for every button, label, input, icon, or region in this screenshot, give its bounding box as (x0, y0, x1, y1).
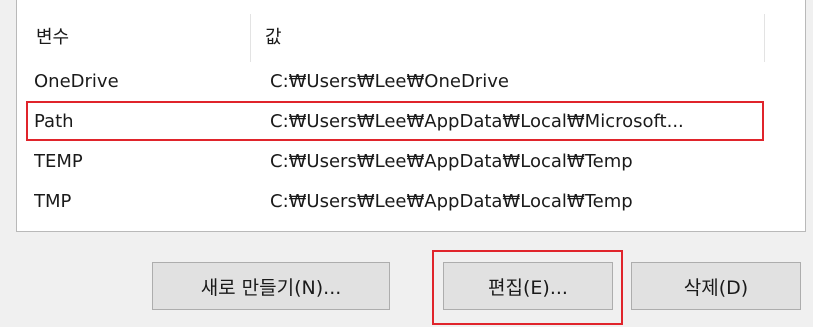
variable-name: TEMP (34, 151, 83, 172)
variable-value: C:₩Users₩Lee₩AppData₩Local₩Microsoft... (270, 111, 684, 132)
list-item-onedrive[interactable]: OneDrive C:₩Users₩Lee₩OneDrive (17, 62, 805, 102)
variable-value: C:₩Users₩Lee₩AppData₩Local₩Temp (270, 191, 633, 212)
list-item-tmp[interactable]: TMP C:₩Users₩Lee₩AppData₩Local₩Temp (17, 182, 805, 222)
list-item-path[interactable]: Path C:₩Users₩Lee₩AppData₩Local₩Microsof… (17, 102, 805, 142)
list-item-temp[interactable]: TEMP C:₩Users₩Lee₩AppData₩Local₩Temp (17, 142, 805, 182)
column-header-value[interactable]: 값 (251, 14, 765, 62)
column-header-variable[interactable]: 변수 (17, 14, 251, 62)
variable-value: C:₩Users₩Lee₩OneDrive (270, 71, 509, 92)
variable-value: C:₩Users₩Lee₩AppData₩Local₩Temp (270, 151, 633, 172)
list-rows: OneDrive C:₩Users₩Lee₩OneDrive Path C:₩U… (17, 62, 805, 222)
list-header: 변수 값 (17, 14, 805, 62)
edit-button[interactable]: 편집(E)... (443, 262, 613, 310)
new-button[interactable]: 새로 만들기(N)... (152, 262, 390, 310)
variable-name: Path (34, 111, 74, 132)
variable-name: OneDrive (34, 71, 119, 92)
variable-name: TMP (34, 191, 72, 212)
delete-button[interactable]: 삭제(D) (631, 262, 801, 310)
environment-variables-list[interactable]: 변수 값 OneDrive C:₩Users₩Lee₩OneDrive Path… (16, 0, 806, 232)
